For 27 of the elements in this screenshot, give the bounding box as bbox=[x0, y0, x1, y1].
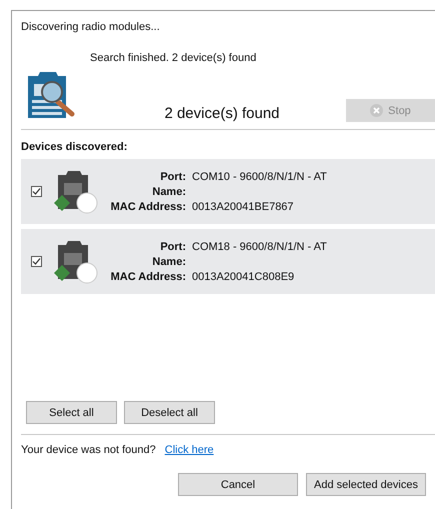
field-label: Port: bbox=[159, 240, 186, 252]
field-label: MAC Address: bbox=[110, 200, 186, 212]
checkbox[interactable] bbox=[31, 186, 42, 197]
field-value: COM18 - 9600/8/N/1/N - AT bbox=[192, 240, 327, 252]
field-value: 0013A20041C808E9 bbox=[192, 270, 296, 282]
field-label: Name: bbox=[151, 186, 186, 198]
selection-button[interactable]: Select all bbox=[26, 401, 117, 424]
device-row[interactable]: Port: COM18 - 9600/8/N/1/N - AT Name: MAC Address: 0013A20041C808E9 bbox=[21, 229, 435, 294]
dialog-button[interactable]: Add selected devices bbox=[306, 473, 426, 496]
result-count: 2 device(s) found bbox=[163, 105, 281, 122]
close-icon bbox=[370, 104, 384, 117]
hint-text: Your device was not found? bbox=[21, 444, 156, 456]
section-heading: Devices discovered: bbox=[21, 141, 128, 153]
field-value: 0013A20041BE7867 bbox=[192, 200, 295, 212]
field-value: COM10 - 9600/8/N/1/N - AT bbox=[192, 170, 327, 182]
field-label: Name: bbox=[151, 256, 186, 268]
field-label: MAC Address: bbox=[110, 270, 186, 282]
dialog-button[interactable]: Cancel bbox=[178, 473, 298, 496]
help-link[interactable]: Click here bbox=[164, 444, 214, 456]
radio-module-icon bbox=[52, 168, 98, 214]
checkbox[interactable] bbox=[31, 256, 42, 267]
radio-module-icon bbox=[52, 238, 98, 284]
window-title: Discovering radio modules... bbox=[21, 21, 161, 33]
selection-button[interactable]: Deselect all bbox=[124, 401, 215, 424]
field-label: Port: bbox=[159, 170, 186, 182]
status-text: Search finished. 2 device(s) found bbox=[90, 52, 258, 64]
device-row[interactable]: Port: COM10 - 9600/8/N/1/N - AT Name: MAC Address: 0013A20041BE7867 bbox=[21, 159, 435, 224]
